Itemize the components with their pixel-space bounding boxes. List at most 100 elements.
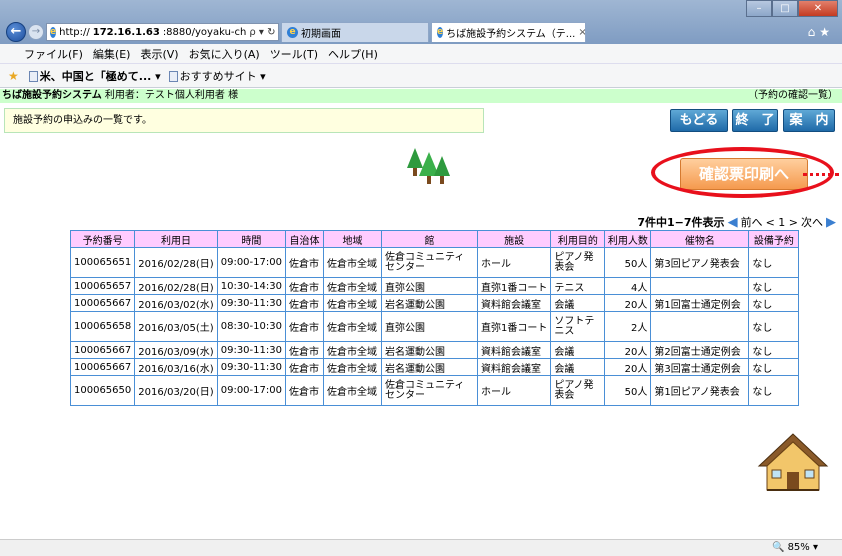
table-row: 100065658 2016/03/05(土) 08:30-10:30 佐倉市 …: [69, 311, 800, 342]
cell: 100065667: [69, 341, 136, 359]
cell: 直弥1番コート: [476, 311, 552, 342]
next-link[interactable]: 次へ: [801, 214, 823, 230]
menu-bar: ファイル(F) 編集(E) 表示(V) お気に入り(A) ツール(T) ヘルプ(…: [0, 44, 842, 64]
cell: 100065657: [69, 277, 136, 295]
highlight-dotted-line: [803, 173, 839, 176]
table-row: 100065650 2016/03/20(日) 09:00-17:00 佐倉市 …: [69, 375, 800, 406]
col-header: 催物名: [650, 230, 750, 248]
cell: 2016/03/20(日): [134, 375, 218, 406]
cell: なし: [748, 375, 800, 406]
page-numbers[interactable]: < 1 >: [766, 216, 798, 229]
browser-titlebar: ← → e http://172.16.1.63:8880/yoyaku-ch …: [0, 0, 842, 44]
tab-initial[interactable]: e 初期画面: [281, 22, 429, 42]
cell: 2016/03/09(水): [134, 341, 218, 359]
menu-edit[interactable]: 編集(E): [93, 46, 131, 62]
table-row: 100065657 2016/02/28(日) 10:30-14:30 佐倉市 …: [69, 277, 800, 295]
back-button[interactable]: もどる: [670, 109, 728, 132]
message-box: 施設予約の申込みの一覧です。: [4, 108, 484, 133]
cell: 第1回富士通定例会: [650, 294, 750, 312]
address-host: 172.16.1.63: [92, 26, 160, 38]
cell: 佐倉市: [284, 294, 324, 312]
cell: 09:30-11:30: [216, 358, 286, 376]
cell: 2人: [604, 311, 652, 342]
menu-view[interactable]: 表示(V): [140, 46, 178, 62]
cell: 2016/02/28(日): [134, 277, 218, 295]
cell: 4人: [604, 277, 652, 295]
cell: 会議: [550, 341, 606, 359]
cell: 100065650: [69, 375, 136, 406]
cell: 2016/03/02(水): [134, 294, 218, 312]
minimize-icon[interactable]: –: [746, 0, 772, 17]
cell: 佐倉コミュニティセンター: [380, 375, 478, 406]
cell: 第3回富士通定例会: [650, 358, 750, 376]
col-header: 施設: [476, 230, 552, 248]
cell: 佐倉市全域: [322, 247, 382, 278]
cell: なし: [748, 294, 800, 312]
ie-logo-icon: e: [50, 26, 57, 38]
cell: 佐倉市: [284, 277, 324, 295]
home-icon[interactable]: ⌂: [808, 25, 820, 39]
cell: ソフトテニス: [550, 311, 606, 342]
guide-button[interactable]: 案 内: [783, 109, 835, 132]
cell: 佐倉市全域: [322, 311, 382, 342]
cell: 佐倉コミュニティセンター: [380, 247, 478, 278]
cell: 09:30-11:30: [216, 294, 286, 312]
cell: 2016/03/16(水): [134, 358, 218, 376]
col-header: 設備予約: [748, 230, 800, 248]
cell: 第2回富士通定例会: [650, 341, 750, 359]
cell: 岩名運動公園: [380, 294, 478, 312]
tab-ie-icon: e: [287, 27, 298, 38]
cell: 直弥1番コート: [476, 277, 552, 295]
menu-help[interactable]: ヘルプ(H): [328, 46, 378, 62]
cell: なし: [748, 247, 800, 278]
zoom-level[interactable]: 🔍 85% ▾: [772, 542, 818, 553]
cell: 佐倉市全域: [322, 358, 382, 376]
cell: 10:30-14:30: [216, 277, 286, 295]
menu-favorites[interactable]: お気に入り(A): [189, 46, 260, 62]
cell: 会議: [550, 294, 606, 312]
back-arrow-icon[interactable]: ←: [6, 22, 26, 42]
favorites-star-icon[interactable]: ★: [8, 69, 19, 83]
favorites-star-icon[interactable]: ★: [819, 25, 834, 39]
menu-file[interactable]: ファイル(F): [24, 46, 83, 62]
cell: 会議: [550, 358, 606, 376]
favorite-link-suggested[interactable]: おすすめサイト ▾: [168, 68, 266, 84]
cell: 100065658: [69, 311, 136, 342]
tab-reservation-system[interactable]: e ちば施設予約システム（テ... ×: [431, 22, 586, 42]
cell: 佐倉市: [284, 311, 324, 342]
end-button[interactable]: 終 了: [732, 109, 778, 132]
cell: 100065651: [69, 247, 136, 278]
cell: なし: [748, 358, 800, 376]
cell: 岩名運動公園: [380, 341, 478, 359]
header-band: ちば施設予約システム 利用者：テスト個人利用者 様 （予約の確認一覧）: [0, 89, 842, 103]
menu-tools[interactable]: ツール(T): [270, 46, 318, 62]
forward-arrow-icon[interactable]: →: [28, 24, 44, 40]
prev-triangle-icon[interactable]: ◀: [728, 215, 738, 230]
tab-close-icon[interactable]: ×: [578, 27, 585, 38]
next-triangle-icon[interactable]: ▶: [826, 215, 836, 230]
page-content: ちば施設予約システム 利用者：テスト個人利用者 様 （予約の確認一覧） 施設予約…: [0, 89, 842, 539]
cell: ホール: [476, 375, 552, 406]
prev-link[interactable]: 前へ: [741, 214, 763, 230]
col-header: 利用日: [134, 230, 218, 248]
cell: 佐倉市全域: [322, 375, 382, 406]
address-bar[interactable]: e http://172.16.1.63:8880/yoyaku-ch ρ ▾ …: [46, 23, 279, 41]
col-header: 利用人数: [604, 230, 652, 248]
cell: 第1回ピアノ発表会: [650, 375, 750, 406]
address-controls[interactable]: ρ ▾ ↻: [249, 27, 278, 38]
user-info: 利用者：テスト個人利用者 様: [104, 90, 239, 101]
cell: なし: [748, 341, 800, 359]
favorite-link-news[interactable]: 米、中国と「極めて... ▾: [28, 68, 161, 84]
close-window-icon[interactable]: ✕: [798, 0, 838, 17]
trees-icon: [407, 148, 450, 184]
print-confirmation-button[interactable]: 確認票印刷へ: [680, 158, 808, 190]
cell: なし: [748, 277, 800, 295]
cell: 08:30-10:30: [216, 311, 286, 342]
toolbar-icons[interactable]: ⌂★: [808, 25, 834, 39]
cell: 2016/03/05(土): [134, 311, 218, 342]
maximize-icon[interactable]: □: [772, 0, 798, 17]
cell: 資料館会議室: [476, 341, 552, 359]
status-bar: 🔍 85% ▾: [0, 539, 842, 556]
pager: 7件中1−7件表示 ◀ 前へ < 1 > 次へ ▶: [637, 214, 836, 230]
table-header-row: 予約番号 利用日 時間 自治体 地域 館 施設 利用目的 利用人数 催物名 設備…: [69, 230, 800, 248]
